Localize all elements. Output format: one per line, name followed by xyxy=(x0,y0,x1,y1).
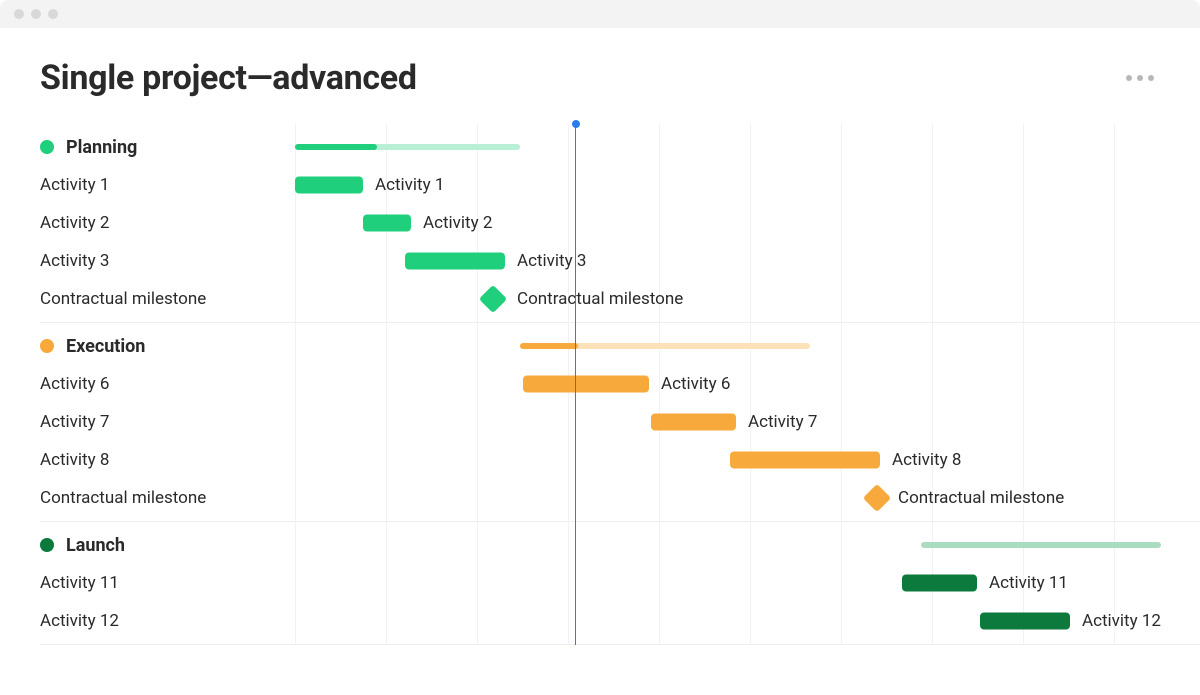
gantt-row: Contractual milestone Contractual milesto… xyxy=(40,280,1200,318)
task-label[interactable]: Activity 1 xyxy=(40,175,295,195)
gantt-group-header[interactable]: Planning xyxy=(40,128,1200,166)
gantt-row: Activity 12 Activity 12 xyxy=(40,602,1200,640)
task-bar-label: Activity 11 xyxy=(989,573,1068,593)
task-bar[interactable] xyxy=(405,253,505,270)
group-color-dot-icon xyxy=(40,538,54,552)
task-bar[interactable] xyxy=(295,177,363,194)
task-label[interactable]: Activity 3 xyxy=(40,251,295,271)
task-bar-area: Activity 7 xyxy=(295,403,1200,441)
gantt-group: LaunchActivity 11Activity 11Activity 12A… xyxy=(40,522,1200,645)
group-color-dot-icon xyxy=(40,140,54,154)
group-name-text: Planning xyxy=(66,137,137,158)
gantt-group: ExecutionActivity 6Activity 6Activity 7A… xyxy=(40,323,1200,522)
task-bar-label: Activity 12 xyxy=(1082,611,1161,631)
task-bar-area: Activity 3 xyxy=(295,242,1200,280)
task-bar-label: Activity 2 xyxy=(423,213,492,233)
task-bar[interactable] xyxy=(363,215,411,232)
task-label[interactable]: Activity 6 xyxy=(40,374,295,394)
window-titlebar xyxy=(0,0,1200,28)
task-bar-area: Activity 6 xyxy=(295,365,1200,403)
group-label: Launch xyxy=(40,535,295,556)
task-bar[interactable] xyxy=(730,452,880,469)
gantt-row: Contractual milestone Contractual milesto… xyxy=(40,479,1200,517)
more-options-button[interactable] xyxy=(1120,69,1160,87)
page-header: Single project—advanced xyxy=(0,28,1200,124)
group-summary-bar-area xyxy=(295,128,1200,166)
group-color-dot-icon xyxy=(40,339,54,353)
task-label[interactable]: Activity 12 xyxy=(40,611,295,631)
task-bar[interactable] xyxy=(902,575,977,592)
task-label[interactable]: Activity 2 xyxy=(40,213,295,233)
summary-bar-total[interactable] xyxy=(921,542,1161,548)
ellipsis-icon xyxy=(1126,75,1132,81)
task-bar-area: Contractual milestone xyxy=(295,479,1200,517)
task-label[interactable]: Activity 7 xyxy=(40,412,295,432)
gantt-chart: PlanningActivity 1Activity 1Activity 2Ac… xyxy=(0,124,1200,645)
group-name-text: Execution xyxy=(66,336,145,357)
task-bar[interactable] xyxy=(523,376,649,393)
gantt-row: Activity 6 Activity 6 xyxy=(40,365,1200,403)
gantt-row: Activity 3 Activity 3 xyxy=(40,242,1200,280)
group-summary-bar-area xyxy=(295,327,1200,365)
task-label[interactable]: Activity 11 xyxy=(40,573,295,593)
ellipsis-icon xyxy=(1148,75,1154,81)
gantt-row: Activity 2 Activity 2 xyxy=(40,204,1200,242)
task-bar-area: Activity 8 xyxy=(295,441,1200,479)
gantt-row: Activity 7 Activity 7 xyxy=(40,403,1200,441)
task-label[interactable]: Contractual milestone xyxy=(40,289,295,309)
page-title: Single project—advanced xyxy=(40,58,417,98)
window-min-dot[interactable] xyxy=(31,9,41,19)
task-bar[interactable] xyxy=(651,414,736,431)
gantt-row: Activity 11 Activity 11 xyxy=(40,564,1200,602)
summary-bar-progress xyxy=(520,343,578,349)
task-bar-label: Contractual milestone xyxy=(898,488,1064,508)
milestone-diamond-icon[interactable] xyxy=(863,484,891,512)
task-bar[interactable] xyxy=(980,613,1070,630)
milestone-diamond-icon[interactable] xyxy=(479,285,507,313)
task-bar-label: Activity 8 xyxy=(892,450,961,470)
task-bar-area: Activity 1 xyxy=(295,166,1200,204)
group-summary-bar-area xyxy=(295,526,1200,564)
task-bar-label: Activity 7 xyxy=(748,412,817,432)
group-label: Execution xyxy=(40,336,295,357)
task-bar-label: Contractual milestone xyxy=(517,289,683,309)
ellipsis-icon xyxy=(1137,75,1143,81)
gantt-group-header[interactable]: Execution xyxy=(40,327,1200,365)
task-bar-label: Activity 1 xyxy=(375,175,444,195)
gantt-row: Activity 1 Activity 1 xyxy=(40,166,1200,204)
task-label[interactable]: Contractual milestone xyxy=(40,488,295,508)
task-bar-label: Activity 3 xyxy=(517,251,586,271)
gantt-group: PlanningActivity 1Activity 1Activity 2Ac… xyxy=(40,124,1200,323)
window-close-dot[interactable] xyxy=(14,9,24,19)
task-bar-label: Activity 6 xyxy=(661,374,730,394)
group-label: Planning xyxy=(40,137,295,158)
gantt-group-header[interactable]: Launch xyxy=(40,526,1200,564)
task-bar-area: Activity 11 xyxy=(295,564,1200,602)
task-bar-area: Contractual milestone xyxy=(295,280,1200,318)
window-max-dot[interactable] xyxy=(48,9,58,19)
group-name-text: Launch xyxy=(66,535,125,556)
task-bar-area: Activity 12 xyxy=(295,602,1200,640)
task-bar-area: Activity 2 xyxy=(295,204,1200,242)
gantt-row: Activity 8 Activity 8 xyxy=(40,441,1200,479)
summary-bar-progress xyxy=(295,144,377,150)
task-label[interactable]: Activity 8 xyxy=(40,450,295,470)
